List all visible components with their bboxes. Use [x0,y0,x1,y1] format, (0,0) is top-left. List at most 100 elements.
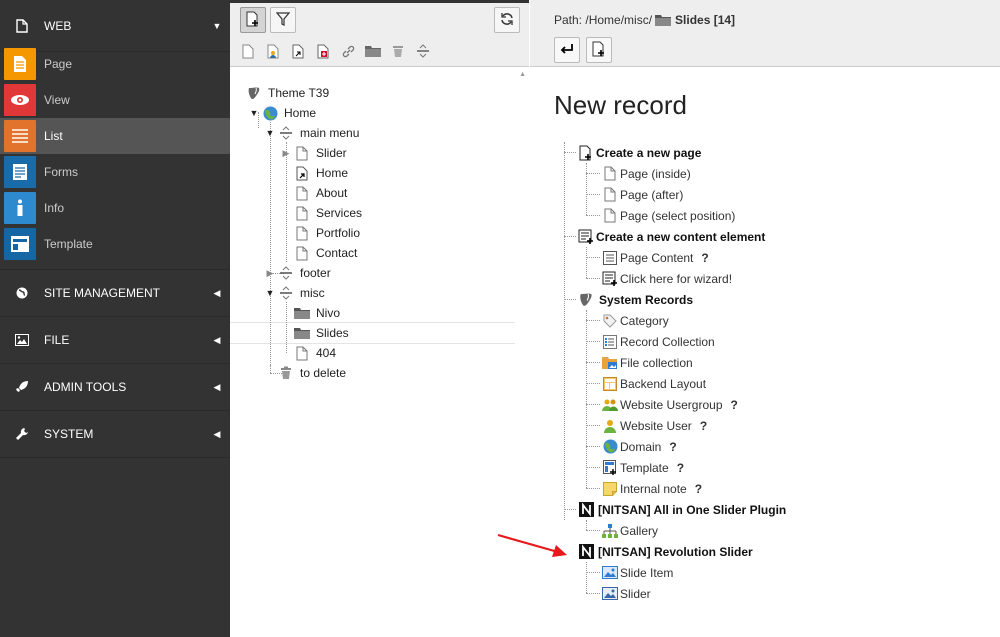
tree-node-slides[interactable]: Slides [280,323,349,343]
new-page-toggle-button[interactable] [240,7,266,33]
record-label[interactable]: Template [620,461,669,475]
record-backend-layout[interactable]: Backend Layout [602,373,706,394]
record-label[interactable]: Page (select position) [620,209,735,223]
record-page-content[interactable]: Page Content ? [602,247,709,268]
record-website-user[interactable]: Website User ? [602,415,707,436]
record-category[interactable]: Category [602,310,669,331]
shortcut-page-icon[interactable] [288,41,308,61]
collapse-icon[interactable]: ▼ [248,108,260,118]
tree-node-home[interactable]: ▼ Home [248,103,316,123]
help-button[interactable]: ? [731,398,738,412]
module-group-admin-tools[interactable]: ADMIN TOOLS ◀ [0,364,230,411]
scroll-up-icon[interactable]: ▲ [519,71,526,78]
record-label[interactable]: Slide Item [620,566,673,580]
record-wizard[interactable]: Click here for wizard! [602,268,732,289]
new-page-types [238,41,433,61]
module-group-web[interactable]: WEB ▼ [0,0,230,52]
help-button[interactable]: ? [695,482,702,496]
module-menu: WEB ▼ Page View List Forms Info Template… [0,0,230,637]
record-label[interactable]: Record Collection [620,335,715,349]
help-button[interactable]: ? [701,251,708,265]
record-label[interactable]: Internal note [620,482,687,496]
tree-node-to-delete[interactable]: to delete [264,363,346,383]
record-domain[interactable]: Domain ? [602,436,677,457]
go-back-button[interactable] [554,37,580,63]
module-forms[interactable]: Forms [0,154,230,190]
expand-icon[interactable]: ▶ [264,268,276,279]
record-website-usergroup[interactable]: Website Usergroup ? [602,394,738,415]
record-page-inside[interactable]: Page (inside) [602,163,691,184]
module-label: Template [44,237,93,251]
module-info[interactable]: Info [0,190,230,226]
tree-node-contact[interactable]: Contact [280,243,357,263]
tree-node-nivo[interactable]: Nivo [280,303,340,323]
help-button[interactable]: ? [700,419,707,433]
record-slider[interactable]: Slider [602,583,651,604]
module-view[interactable]: View [0,82,230,118]
image-icon [0,334,44,346]
refresh-button[interactable] [494,7,520,33]
record-label[interactable]: Website User [620,419,692,433]
module-list[interactable]: List [0,118,230,154]
record-slide-item[interactable]: Slide Item [602,562,673,583]
tree-node-misc[interactable]: ▼ misc [264,283,325,303]
module-list-end [0,262,230,270]
page-icon [294,245,310,261]
tree-node-services[interactable]: Services [280,203,362,223]
tree-node-portfolio[interactable]: Portfolio [280,223,360,243]
expand-icon[interactable]: ▶ [280,148,292,159]
caret-left-icon: ◀ [213,334,221,345]
help-button[interactable]: ? [677,461,684,475]
trash-icon[interactable] [388,41,408,61]
new-page-button[interactable] [586,37,612,63]
content-frame: Path: /Home/misc/ Slides [14] New record [530,0,1000,637]
tree-node-footer[interactable]: ▶ footer [264,263,331,283]
module-page[interactable]: Page [0,46,230,82]
collapse-icon[interactable]: ▼ [264,128,276,138]
record-label[interactable]: Category [620,314,669,328]
record-gallery[interactable]: Gallery [602,520,658,541]
link-icon[interactable] [338,41,358,61]
mountpoint-page-icon[interactable] [313,41,333,61]
forms-icon [4,156,36,188]
record-label[interactable]: Website Usergroup [620,398,723,412]
tree-node-404[interactable]: 404 [280,343,336,363]
record-file-collection[interactable]: File collection [602,352,693,373]
record-page-select-position[interactable]: Page (select position) [602,205,735,226]
record-label[interactable]: Domain [620,440,661,454]
backend-user-page-icon[interactable] [263,41,283,61]
separator-icon [278,285,294,301]
separator-icon[interactable] [413,41,433,61]
filter-button[interactable] [270,7,296,33]
record-record-collection[interactable]: Record Collection [602,331,715,352]
module-group-system[interactable]: SYSTEM ◀ [0,411,230,458]
tree-node-home-shortcut[interactable]: Home [280,163,348,183]
module-template[interactable]: Template [0,226,230,262]
record-label[interactable]: Gallery [620,524,658,538]
tree-root[interactable]: Theme T39 [244,83,329,103]
record-page-after[interactable]: Page (after) [602,184,683,205]
module-group-file[interactable]: FILE ◀ [0,317,230,364]
tree-node-label: 404 [316,346,337,360]
record-label[interactable]: Backend Layout [620,377,706,391]
record-label[interactable]: Slider [620,587,651,601]
record-label[interactable]: Page (after) [620,188,683,202]
record-label[interactable]: Click here for wizard! [620,272,732,286]
help-button[interactable]: ? [669,440,676,454]
record-label[interactable]: File collection [620,356,693,370]
globe-icon [602,439,618,455]
folder-icon[interactable] [363,41,383,61]
tree-node-about[interactable]: About [280,183,347,203]
record-template[interactable]: Template ? [602,457,684,478]
tree-node-slider[interactable]: ▶ Slider [280,143,347,163]
section-label: [NITSAN] Revolution Slider [598,544,753,559]
record-label[interactable]: Page (inside) [620,167,691,181]
record-label[interactable]: Page Content [620,251,693,265]
collapse-icon[interactable]: ▼ [264,288,276,298]
page-icon[interactable] [238,41,258,61]
tree-node-main-menu[interactable]: ▼ main menu [264,123,360,143]
record-internal-note[interactable]: Internal note ? [602,478,702,499]
section-label: [NITSAN] All in One Slider Plugin [598,502,787,517]
module-group-site-management[interactable]: SITE MANAGEMENT ◀ [0,270,230,317]
separator-icon [278,265,294,281]
